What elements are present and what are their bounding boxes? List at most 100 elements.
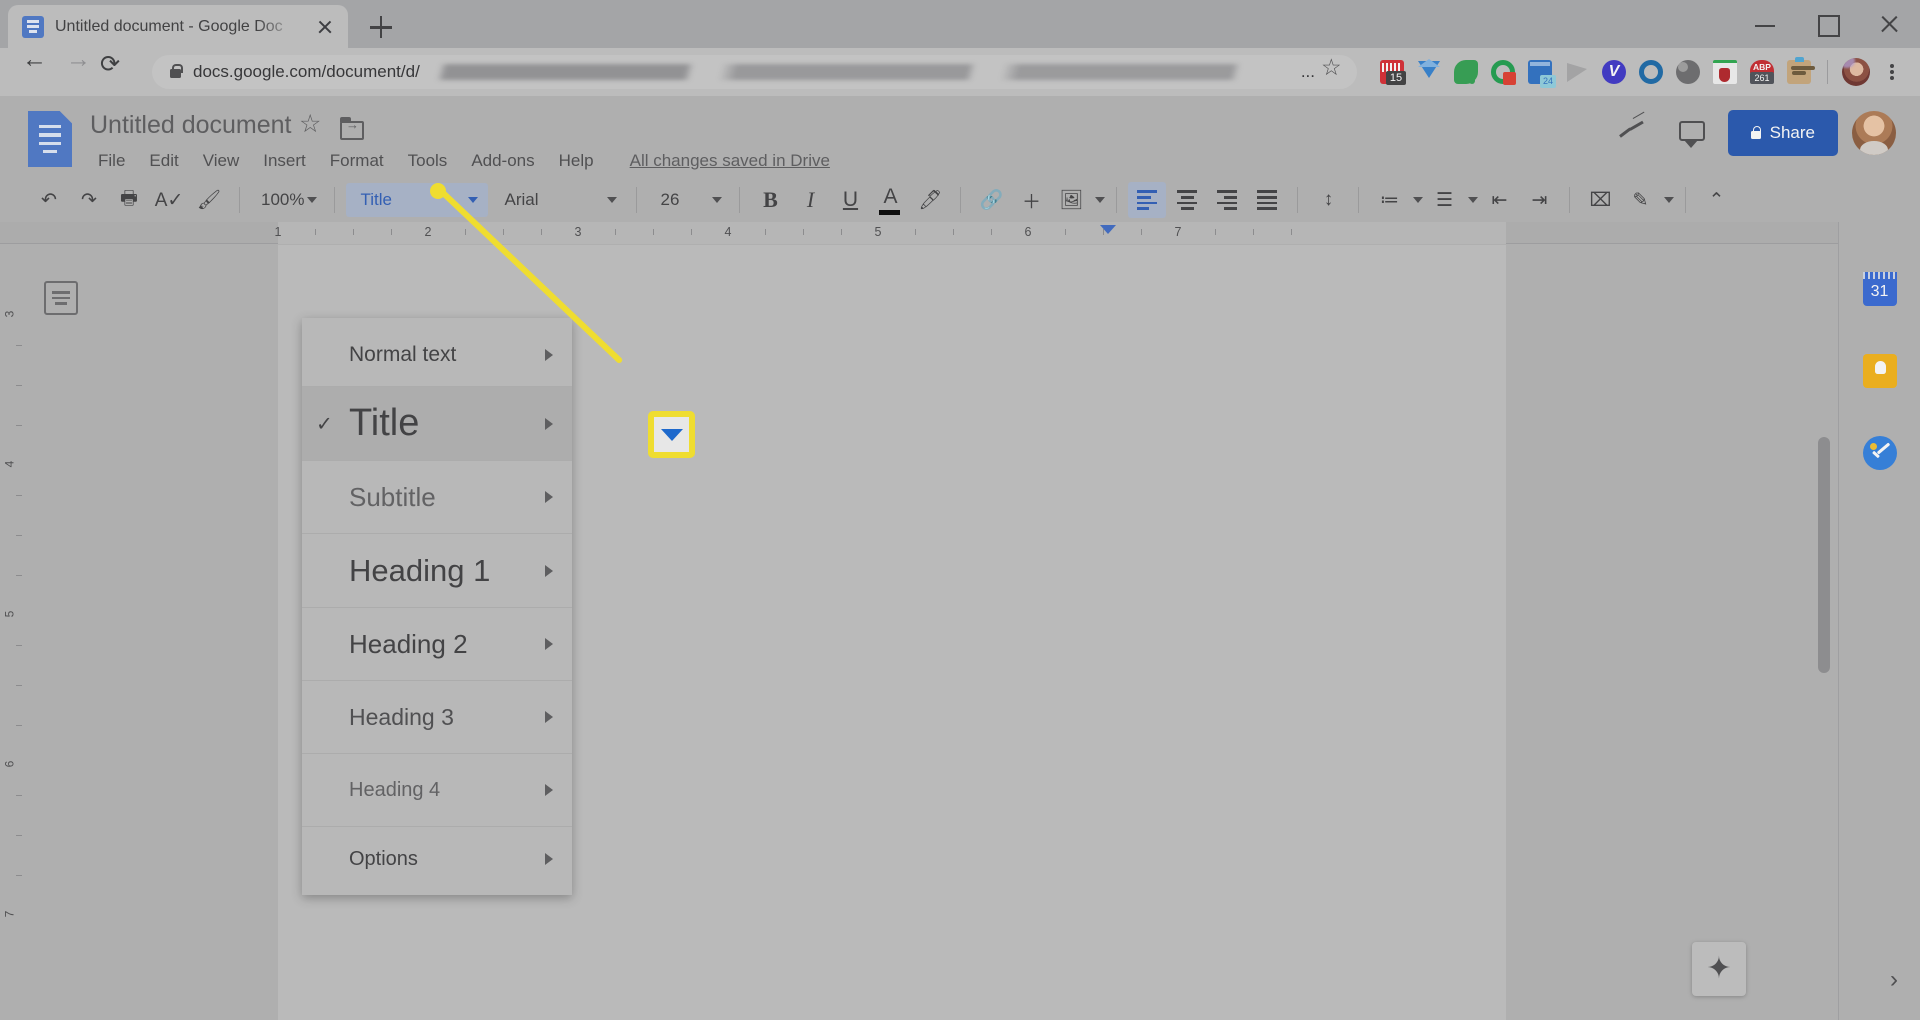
comments-icon[interactable]: [1670, 111, 1714, 155]
add-comment-icon[interactable]: ＋: [1012, 182, 1050, 218]
decrease-indent-icon[interactable]: ⇤: [1480, 182, 1518, 218]
menu-addons[interactable]: Add-ons: [459, 148, 546, 174]
highlight-color-icon[interactable]: 🖊: [911, 182, 949, 218]
chevron-down-icon[interactable]: [1095, 197, 1106, 203]
menu-item-label: Title: [349, 402, 420, 444]
shield-extension-icon[interactable]: [1708, 55, 1742, 89]
new-tab-button[interactable]: [360, 6, 402, 48]
align-left-icon[interactable]: [1128, 182, 1167, 218]
menu-item-subtitle[interactable]: Subtitle: [302, 461, 572, 534]
back-button[interactable]: [12, 47, 56, 94]
move-to-folder-icon[interactable]: [340, 116, 364, 140]
chrome-menu-icon[interactable]: [1876, 55, 1908, 89]
google-tasks-icon[interactable]: [1862, 436, 1897, 470]
toolbar-divider: [960, 187, 962, 213]
chevron-down-icon[interactable]: [1664, 197, 1675, 203]
v-extension-icon[interactable]: V: [1597, 55, 1631, 89]
print-icon[interactable]: 🖶: [110, 182, 148, 218]
align-center-icon[interactable]: [1168, 182, 1206, 218]
bookmark-star-icon[interactable]: [1315, 54, 1349, 89]
menu-item-normal-text[interactable]: Normal text: [302, 324, 572, 387]
close-window-button[interactable]: [1858, 0, 1920, 48]
menu-format[interactable]: Format: [318, 148, 396, 174]
zoom-selector[interactable]: 100%: [251, 183, 323, 217]
ruler-number: 1: [274, 225, 282, 239]
gray-wedge-extension-icon[interactable]: [1560, 55, 1594, 89]
moon-extension-icon[interactable]: [1671, 55, 1705, 89]
redo-icon[interactable]: ↷: [70, 182, 108, 218]
vertical-scrollbar[interactable]: [1818, 437, 1830, 673]
star-icon[interactable]: [298, 109, 324, 140]
menu-file[interactable]: File: [86, 148, 137, 174]
box-extension-icon[interactable]: [1782, 55, 1816, 89]
bulleted-list-icon[interactable]: ☰: [1425, 182, 1463, 218]
page-title[interactable]: Untitled document: [90, 111, 292, 140]
undo-icon[interactable]: ↶: [30, 182, 68, 218]
bold-button[interactable]: B: [751, 182, 789, 218]
calendar-extension-icon[interactable]: [1375, 55, 1409, 89]
menu-item-heading-1[interactable]: Heading 1: [302, 534, 572, 608]
align-right-icon[interactable]: [1208, 182, 1246, 218]
editing-mode-icon[interactable]: ✎: [1621, 182, 1659, 218]
ruler-number: 3: [2, 310, 17, 318]
toolbar-divider: [636, 187, 638, 213]
font-size-selector[interactable]: 26: [648, 183, 728, 217]
chevron-down-icon[interactable]: [1413, 197, 1424, 203]
text-color-icon[interactable]: A: [871, 182, 909, 218]
evernote-extension-icon[interactable]: [1449, 55, 1483, 89]
activity-dashboard-icon[interactable]: [1612, 111, 1656, 155]
browser-tab[interactable]: Untitled document - Google Doc: [8, 5, 348, 48]
collapse-toolbar-icon[interactable]: ⌃: [1697, 182, 1735, 218]
ruler-number: 6: [1024, 225, 1032, 239]
align-justify-icon[interactable]: [1248, 182, 1286, 218]
share-button[interactable]: Share: [1727, 110, 1838, 156]
increase-indent-icon[interactable]: ⇥: [1520, 182, 1558, 218]
google-keep-icon[interactable]: [1862, 354, 1897, 388]
google-calendar-icon[interactable]: [1862, 272, 1897, 306]
menu-edit[interactable]: Edit: [137, 148, 190, 174]
diamond-extension-icon[interactable]: [1412, 55, 1446, 89]
grammarly-extension-icon[interactable]: [1486, 55, 1520, 89]
google-docs-logo-icon[interactable]: [28, 111, 72, 167]
maximize-button[interactable]: [1796, 0, 1858, 48]
paint-format-icon[interactable]: 🖌: [190, 182, 228, 218]
menu-item-heading-3[interactable]: Heading 3: [302, 681, 572, 754]
menu-item-options[interactable]: Options: [302, 827, 572, 891]
menu-tools[interactable]: Tools: [396, 148, 460, 174]
clear-formatting-icon[interactable]: ⌧: [1581, 182, 1619, 218]
chevron-down-icon[interactable]: [1468, 197, 1479, 203]
spellcheck-icon[interactable]: A✓: [150, 182, 188, 218]
horizontal-ruler[interactable]: 1 2 3 4 5 6 7: [0, 222, 1838, 244]
reload-icon[interactable]: ⟳: [100, 50, 144, 94]
blue-calendar-extension-icon[interactable]: [1523, 55, 1557, 89]
menu-insert[interactable]: Insert: [251, 148, 318, 174]
save-status[interactable]: All changes saved in Drive: [630, 151, 830, 171]
adblock-plus-extension-icon[interactable]: [1745, 55, 1779, 89]
numbered-list-icon[interactable]: ≔: [1370, 182, 1408, 218]
menu-item-heading-4[interactable]: Heading 4: [302, 754, 572, 827]
right-indent-marker[interactable]: [1100, 225, 1116, 234]
explore-button[interactable]: ✦: [1692, 942, 1746, 996]
document-outline-icon[interactable]: [44, 281, 78, 315]
font-family-selector[interactable]: Arial: [490, 183, 625, 217]
underline-button[interactable]: U: [831, 182, 869, 218]
expand-side-panel-icon[interactable]: ›: [1890, 966, 1898, 994]
minimize-button[interactable]: [1734, 0, 1796, 48]
paragraph-style-selector[interactable]: Title: [346, 183, 489, 217]
menu-view[interactable]: View: [191, 148, 252, 174]
menu-item-label: Options: [349, 847, 418, 870]
forward-button[interactable]: [56, 47, 100, 94]
menu-item-heading-2[interactable]: Heading 2: [302, 608, 572, 681]
toolbar-divider: [739, 187, 741, 213]
profile-avatar[interactable]: [1839, 55, 1873, 89]
link-icon[interactable]: 🔗: [972, 182, 1010, 218]
o-extension-icon[interactable]: [1634, 55, 1668, 89]
menu-help[interactable]: Help: [547, 148, 606, 174]
menu-item-title[interactable]: ✓ Title: [302, 387, 572, 461]
address-bar[interactable]: docs.google.com/document/d/ ...: [152, 54, 1357, 89]
close-tab-icon[interactable]: [312, 14, 338, 40]
insert-image-icon[interactable]: 🖼: [1052, 182, 1090, 218]
avatar[interactable]: [1852, 111, 1896, 155]
line-spacing-icon[interactable]: ↕: [1309, 182, 1347, 218]
italic-button[interactable]: I: [791, 182, 829, 218]
